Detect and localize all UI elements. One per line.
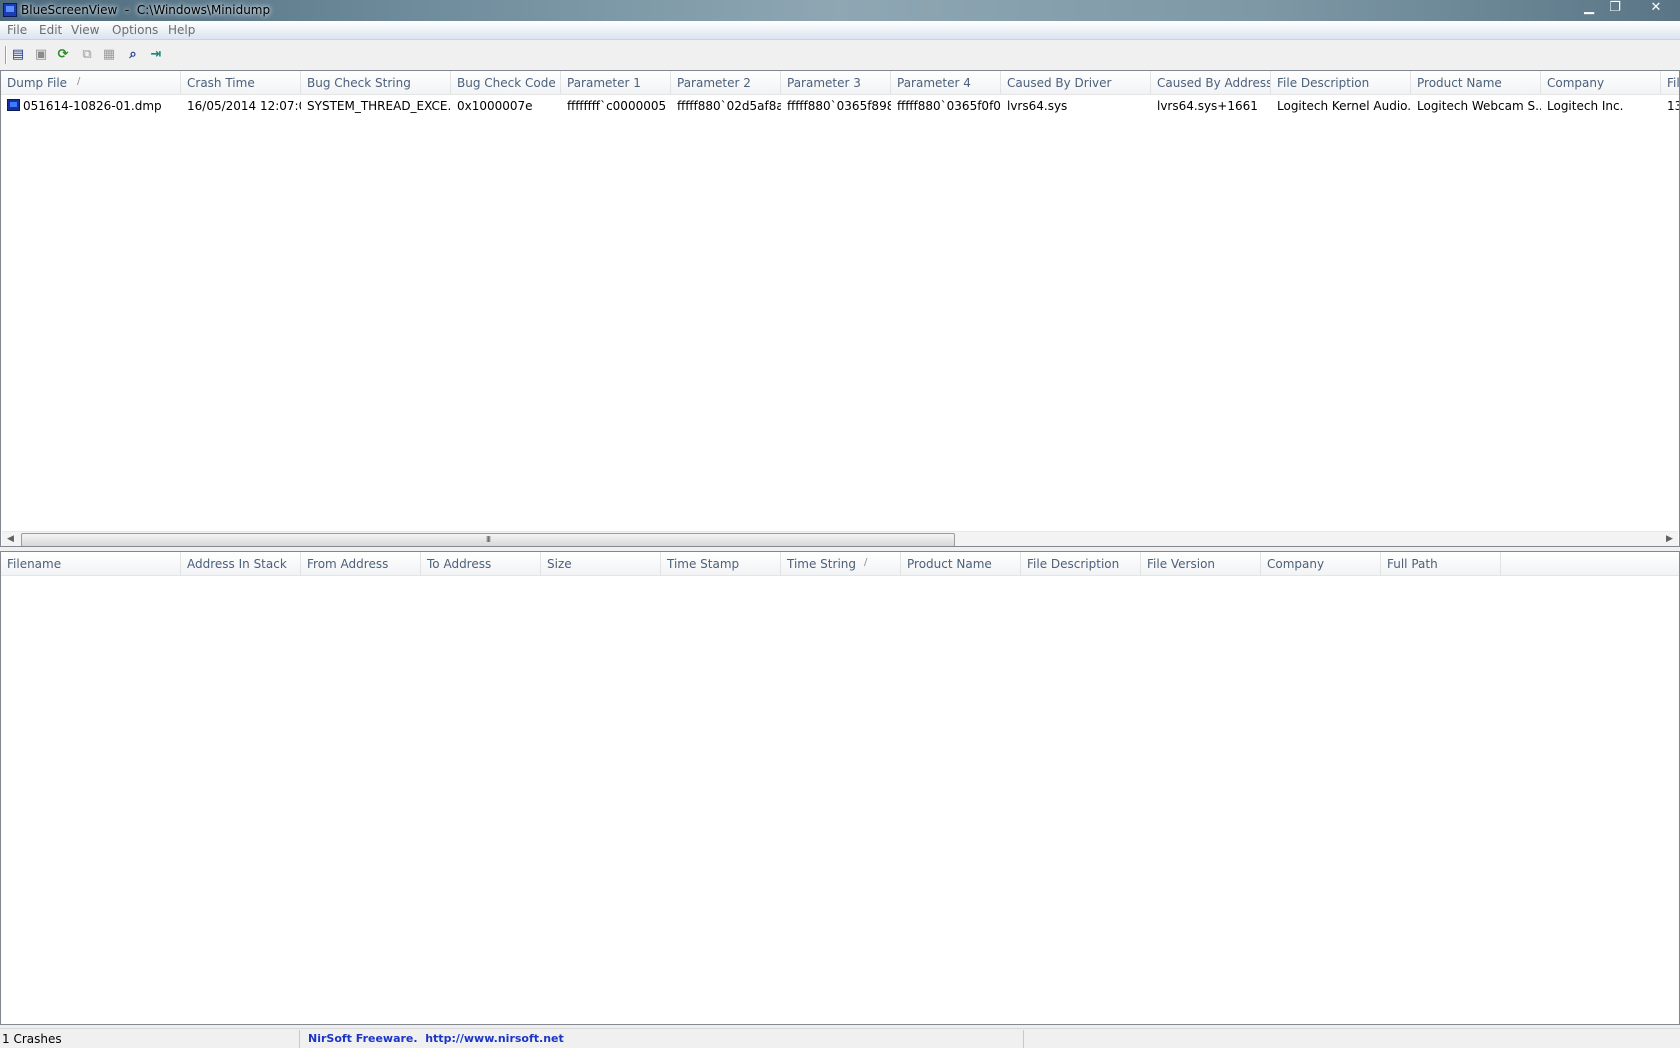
column-file-version[interactable]: File Version	[1141, 552, 1261, 576]
cell-parameter-4: fffff880`0365f0f0	[897, 99, 1001, 113]
column-address-in-stack[interactable]: Address In Stack	[181, 552, 301, 576]
cell-file-description: Logitech Kernel Audio...	[1277, 99, 1411, 113]
cell-bug-check-string: SYSTEM_THREAD_EXCE...	[307, 99, 451, 113]
exit-icon[interactable]: ⇥	[147, 46, 165, 64]
cell-product-name: Logitech Webcam S...	[1417, 99, 1541, 113]
column-parameter-1[interactable]: Parameter 1	[561, 71, 671, 95]
cell-parameter-2: fffff880`02d5af8a	[677, 99, 781, 113]
cell-file-version: 13	[1667, 99, 1679, 113]
driver-list[interactable]: Filename Address In Stack From Address T…	[0, 551, 1680, 1025]
column-parameter-3[interactable]: Parameter 3	[781, 71, 891, 95]
title-bar[interactable]: BlueScreenView - C:\Windows\Minidump ▁ ❐…	[0, 0, 1680, 21]
menu-bar: File Edit View Options Help	[0, 21, 1680, 40]
refresh-icon[interactable]: ⟳	[54, 46, 72, 64]
menu-options[interactable]: Options	[112, 23, 158, 37]
maximize-button[interactable]: ❐	[1602, 0, 1628, 18]
horizontal-scrollbar[interactable]: ◀ III ▶	[2, 531, 1678, 546]
column-full-path[interactable]: Full Path	[1381, 552, 1501, 576]
table-row[interactable]: 051614-10826-01.dmp 16/05/2014 12:07:06 …	[1, 96, 1679, 116]
column-company[interactable]: Company	[1541, 71, 1661, 95]
column-parameter-4[interactable]: Parameter 4	[891, 71, 1001, 95]
cell-company: Logitech Inc.	[1547, 99, 1624, 113]
column-file-description[interactable]: File Description	[1021, 552, 1141, 576]
bluescreenview-window: BlueScreenView - C:\Windows\Minidump ▁ ❐…	[0, 0, 1680, 1048]
cell-caused-by-driver: lvrs64.sys	[1007, 99, 1068, 113]
window-title: BlueScreenView - C:\Windows\Minidump	[21, 3, 271, 17]
close-button[interactable]: ✕	[1640, 0, 1672, 18]
column-caused-by-address[interactable]: Caused By Address	[1151, 71, 1271, 95]
scrollbar-thumb[interactable]: III	[21, 533, 955, 546]
cell-caused-by-address: lvrs64.sys+1661	[1157, 99, 1258, 113]
save-icon[interactable]: ▣	[32, 46, 50, 64]
column-parameter-2[interactable]: Parameter 2	[671, 71, 781, 95]
column-dump-file[interactable]: Dump File	[1, 71, 181, 95]
column-file-description[interactable]: File Description	[1271, 71, 1411, 95]
menu-help[interactable]: Help	[168, 23, 195, 37]
cell-dump-file: 051614-10826-01.dmp	[23, 99, 162, 113]
column-bug-check-code[interactable]: Bug Check Code	[451, 71, 561, 95]
copy-icon[interactable]: ⧉	[78, 46, 96, 64]
toolbar: ▤ ▣ ⟳ ⧉ ▦ ⌕ ⇥	[0, 41, 1680, 68]
column-filename[interactable]: Filename	[1, 552, 181, 576]
cell-crash-time: 16/05/2014 12:07:06	[187, 99, 301, 113]
column-company[interactable]: Company	[1261, 552, 1381, 576]
toolbar-separator	[5, 46, 7, 64]
scroll-right-arrow-icon[interactable]: ▶	[1661, 532, 1678, 546]
sort-indicator: /	[77, 76, 81, 87]
column-crash-time[interactable]: Crash Time	[181, 71, 301, 95]
column-to-address[interactable]: To Address	[421, 552, 541, 576]
app-icon[interactable]	[3, 3, 17, 17]
minimize-button[interactable]: ▁	[1576, 0, 1602, 18]
column-product-name[interactable]: Product Name	[901, 552, 1021, 576]
column-size[interactable]: Size	[541, 552, 661, 576]
nirsoft-link[interactable]: NirSoft Freeware. http://www.nirsoft.net	[300, 1030, 1024, 1048]
driver-list-header: Filename Address In Stack From Address T…	[1, 552, 1679, 576]
menu-view[interactable]: View	[71, 23, 99, 37]
column-from-address[interactable]: From Address	[301, 552, 421, 576]
column-file-version[interactable]: Fil	[1661, 71, 1679, 95]
menu-edit[interactable]: Edit	[39, 23, 62, 37]
column-time-stamp[interactable]: Time Stamp	[661, 552, 781, 576]
find-icon[interactable]: ⌕	[124, 46, 142, 64]
column-product-name[interactable]: Product Name	[1411, 71, 1541, 95]
status-bar: 1 Crashes NirSoft Freeware. http://www.n…	[0, 1028, 1680, 1048]
cell-parameter-1: ffffffff`c0000005	[567, 99, 667, 113]
cell-bug-check-code: 0x1000007e	[457, 99, 533, 113]
menu-file[interactable]: File	[7, 23, 27, 37]
status-panel-empty	[1024, 1030, 1680, 1048]
column-caused-by-driver[interactable]: Caused By Driver	[1001, 71, 1151, 95]
html-report-icon[interactable]: ▦	[100, 46, 118, 64]
crash-list[interactable]: Dump File / Crash Time Bug Check String …	[0, 70, 1680, 547]
properties-icon[interactable]: ▤	[9, 46, 27, 64]
crash-count: 1 Crashes	[0, 1030, 300, 1048]
cell-parameter-3: fffff880`0365f898	[787, 99, 891, 113]
sort-indicator: /	[864, 557, 868, 568]
scroll-left-arrow-icon[interactable]: ◀	[2, 532, 19, 546]
crash-list-header: Dump File / Crash Time Bug Check String …	[1, 71, 1679, 95]
column-time-string[interactable]: Time String	[781, 552, 901, 576]
column-bug-check-string[interactable]: Bug Check String	[301, 71, 451, 95]
